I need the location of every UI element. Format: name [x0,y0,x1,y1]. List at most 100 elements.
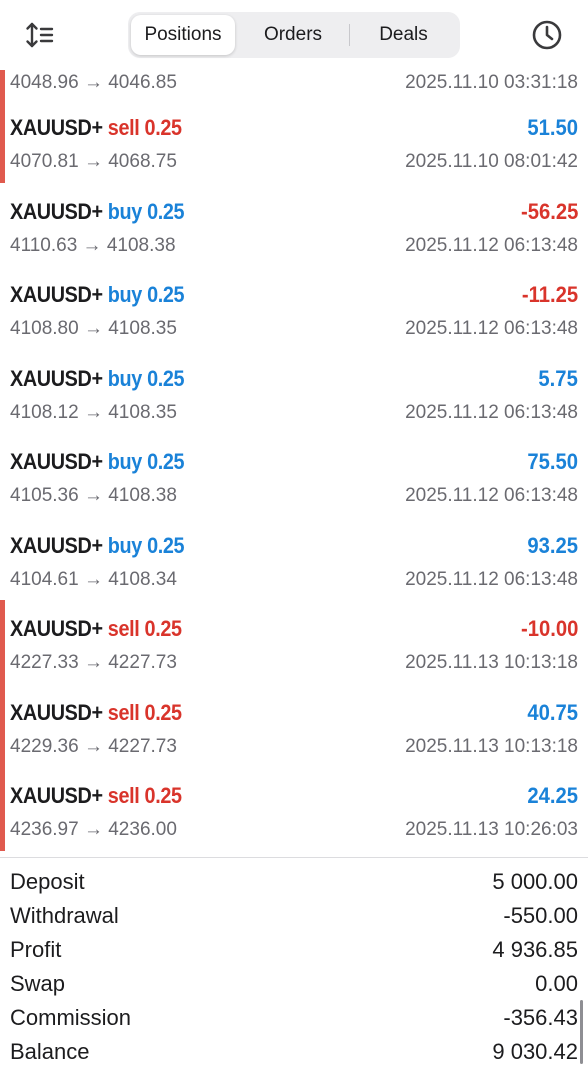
deal-profit: -11.25 [521,282,578,307]
deal-symbol: XAUUSD+ [10,115,103,140]
sell-marker [0,99,5,183]
deal-type: buy [107,282,142,307]
deal-volume: 0.25 [147,365,185,391]
summary-value: -550.00 [503,903,578,928]
summary-label: Profit [10,937,62,962]
deal-symbol: XAUUSD+ [10,699,103,725]
deal-volume: 0.25 [144,699,182,725]
deal-prices: 4110.63 → 4108.38 [10,234,176,256]
deal-symbol: XAUUSD+ [10,365,103,391]
clock-icon[interactable] [530,18,564,52]
deal-prices: 4048.96 → 4046.85 [10,72,177,93]
deal-row[interactable]: XAUUSD+ buy 0.25 5.75 4108.12 → 4108.35 202… [0,350,588,434]
deal-row[interactable]: XAUUSD+ sell 0.25 24.25 4236.97 → 4236.00 2… [0,767,588,851]
deal-time: 2025.11.12 06:13:48 [405,234,578,256]
sell-marker [0,683,5,767]
deal-profit: 5.75 [538,365,578,391]
deal-time: 2025.11.10 08:01:42 [405,151,578,172]
summary-label: Commission [10,1005,132,1030]
deal-row[interactable]: XAUUSD+ buy 0.25 -56.25 4110.63 → 4108.38 2… [0,183,588,267]
deal-symbol: XAUUSD+ [10,449,103,474]
deal-type: buy [107,198,142,224]
summary-label: Deposit [10,869,85,894]
sort-icon[interactable] [24,20,58,50]
deal-time: 2025.11.12 06:13:48 [405,401,578,423]
summary-value: -356.43 [503,1005,578,1030]
scrollbar[interactable] [580,1000,583,1064]
tab-orders[interactable]: Orders [238,15,348,55]
summary-row: Balance 9 030.42 [0,1036,588,1070]
deal-type: buy [107,365,142,391]
deal-type: sell [107,616,140,641]
deal-title: XAUUSD+ buy 0.25 [10,365,185,392]
summary-row: Profit 4 936.85 [0,934,588,968]
deal-type: sell [107,115,140,140]
deal-title: XAUUSD+ buy 0.25 [10,198,185,225]
summary-row: Swap 0.00 [0,968,588,1002]
deal-profit: -56.25 [520,198,578,224]
summary-label: Balance [10,1039,90,1064]
deal-row[interactable]: XAUUSD+ buy 0.25 75.50 4105.36 → 4108.38 20… [0,433,588,517]
deal-profit: 24.25 [527,783,578,808]
deal-prices: 4229.36 → 4227.73 [10,735,177,757]
deal-title: XAUUSD+ buy 0.25 [10,282,185,308]
sell-marker [0,767,5,851]
deal-type: sell [107,699,140,725]
deal-title: XAUUSD+ buy 0.25 [10,449,185,475]
deal-title: XAUUSD+ sell 0.25 [10,115,182,141]
deal-row[interactable]: XAUUSD+ buy 0.25 -11.25 4108.80 → 4108.35 2… [0,266,588,350]
tab-deals[interactable]: Deals [350,15,457,55]
deal-volume: 0.25 [147,532,185,558]
deal-volume: 0.25 [144,115,182,140]
deal-time: 2025.11.13 10:13:18 [405,735,578,757]
deal-prices: 4108.12 → 4108.35 [10,401,177,423]
deal-row[interactable]: XAUUSD+ sell 0.25 40.75 4229.36 → 4227.73 2… [0,683,588,767]
summary-value: 5 000.00 [492,869,578,894]
deal-volume: 0.25 [147,198,185,224]
deal-time: 2025.11.12 06:13:48 [405,318,578,339]
deal-title: XAUUSD+ buy 0.25 [10,532,185,559]
deal-prices: 4070.81 → 4068.75 [10,151,177,172]
deal-prices: 4227.33 → 4227.73 [10,652,177,673]
deal-profit: 75.50 [527,449,578,474]
deal-volume: 0.25 [144,616,182,641]
summary-value: 4 936.85 [492,937,578,962]
deal-prices: 4104.61 → 4108.34 [10,568,177,590]
deal-time: 2025.11.12 06:13:48 [405,485,578,506]
deals-list: 4048.96 → 4046.85 2025.11.10 03:31:18 XA… [0,66,588,851]
deal-row[interactable]: XAUUSD+ sell 0.25 51.50 4070.81 → 4068.75 2… [0,99,588,183]
deal-title: XAUUSD+ sell 0.25 [10,783,182,809]
deal-row[interactable]: 4048.96 → 4046.85 2025.11.10 03:31:18 [0,66,588,99]
deal-type: buy [107,532,142,558]
tab-positions[interactable]: Positions [131,15,235,55]
deal-title: XAUUSD+ sell 0.25 [10,616,182,642]
deal-prices: 4108.80 → 4108.35 [10,318,177,339]
deal-volume: 0.25 [147,282,185,307]
summary-label: Withdrawal [10,903,119,928]
deal-row[interactable]: XAUUSD+ buy 0.25 93.25 4104.61 → 4108.34 20… [0,517,588,601]
deal-prices: 4236.97 → 4236.00 [10,819,177,840]
deal-profit: 40.75 [527,699,578,725]
summary-value: 9 030.42 [492,1039,578,1064]
deal-time: 2025.11.12 06:13:48 [405,568,578,590]
summary-value: 0.00 [535,971,578,996]
deal-symbol: XAUUSD+ [10,198,103,224]
sell-marker [0,66,5,99]
deal-volume: 0.25 [147,449,185,474]
deal-prices: 4105.36 → 4108.38 [10,485,177,506]
top-bar: Positions Orders Deals [0,0,588,70]
tab-bar: Positions Orders Deals [128,12,460,58]
summary-row: Deposit 5 000.00 [0,866,588,900]
deal-profit: 93.25 [527,532,578,558]
deal-symbol: XAUUSD+ [10,532,103,558]
deal-time: 2025.11.13 10:26:03 [405,819,578,840]
deal-symbol: XAUUSD+ [10,783,103,808]
deal-profit: -10.00 [520,616,578,641]
deal-type: buy [107,449,142,474]
deal-profit: 51.50 [527,115,578,140]
deal-symbol: XAUUSD+ [10,616,103,641]
deal-type: sell [107,783,140,808]
summary-row: Withdrawal -550.00 [0,900,588,934]
deal-row[interactable]: XAUUSD+ sell 0.25 -10.00 4227.33 → 4227.73… [0,600,588,684]
deal-time: 2025.11.13 10:13:18 [405,652,578,673]
